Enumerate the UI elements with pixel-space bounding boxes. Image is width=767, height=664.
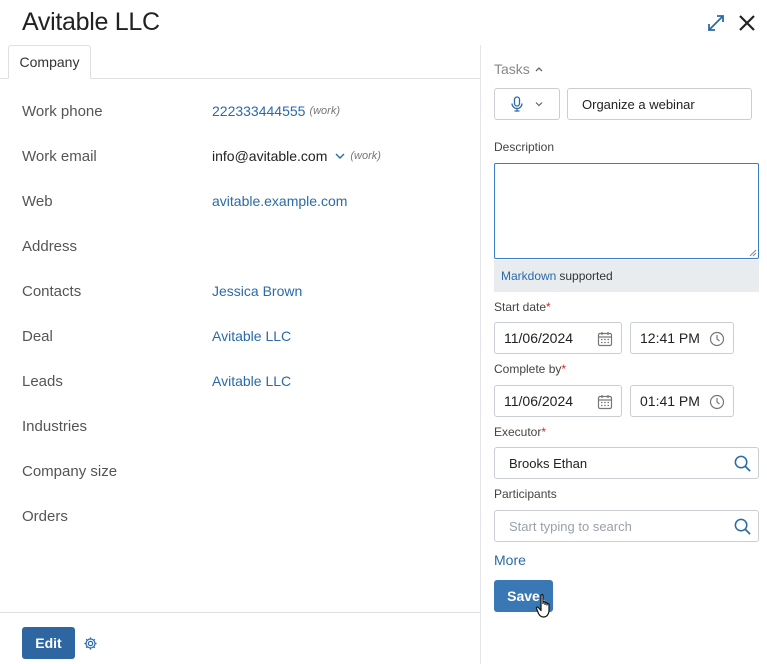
complete-time-value: 01:41 PM (640, 393, 700, 409)
search-icon[interactable] (733, 517, 752, 536)
voice-input-select[interactable] (494, 88, 560, 120)
complete-time-input[interactable]: 01:41 PM (630, 385, 734, 417)
search-icon[interactable] (733, 454, 752, 473)
complete-by-label: Complete by* (494, 362, 567, 376)
clock-icon[interactable] (709, 331, 725, 347)
field-contacts: Contacts Jessica Brown (22, 283, 462, 307)
field-value: info@avitable.com (work) (212, 148, 381, 164)
field-deal: Deal Avitable LLC (22, 328, 462, 352)
work-email-type: (work) (350, 150, 381, 162)
field-address: Address (22, 238, 462, 262)
lead-link[interactable]: Avitable LLC (212, 373, 291, 389)
deal-link[interactable]: Avitable LLC (212, 328, 291, 344)
field-work-phone: Work phone 222333444555 (work) (22, 103, 462, 127)
markdown-hint: Markdown supported (494, 260, 759, 292)
field-value: avitable.example.com (212, 193, 347, 209)
description-textarea[interactable] (494, 163, 759, 259)
start-time-value: 12:41 PM (640, 330, 700, 346)
markdown-link[interactable]: Markdown (501, 269, 556, 283)
start-date-input[interactable]: 11/06/2024 (494, 322, 622, 354)
hand-pointer-cursor-icon (535, 594, 550, 618)
field-label: Work email (22, 148, 97, 165)
field-label: Industries (22, 418, 88, 435)
field-industries: Industries (22, 418, 462, 442)
clock-icon[interactable] (709, 394, 725, 410)
start-date-label: Start date* (494, 300, 551, 314)
field-value: Jessica Brown (212, 283, 302, 299)
expand-icon[interactable] (706, 13, 726, 33)
executor-value: Brooks Ethan (509, 455, 588, 471)
tasks-header[interactable]: Tasks (494, 61, 544, 77)
work-phone-link[interactable]: 222333444555 (212, 103, 305, 119)
more-link[interactable]: More (494, 552, 526, 568)
panel-divider (480, 45, 481, 664)
field-label: Orders (22, 508, 68, 525)
field-value: Avitable LLC (212, 328, 291, 344)
field-web: Web avitable.example.com (22, 193, 462, 217)
calendar-icon[interactable] (597, 331, 613, 347)
executor-field[interactable]: Brooks Ethan (494, 447, 759, 479)
executor-label: Executor* (494, 425, 547, 439)
field-label: Address (22, 238, 78, 255)
markdown-suffix: supported (559, 269, 613, 283)
field-label: Company size (22, 463, 118, 480)
resize-handle-icon[interactable] (749, 249, 757, 257)
calendar-icon[interactable] (597, 394, 613, 410)
edit-button[interactable]: Edit (22, 627, 75, 659)
work-email-value[interactable]: info@avitable.com (212, 148, 327, 164)
chevron-down-icon[interactable] (334, 150, 346, 162)
participants-placeholder: Start typing to search (509, 518, 632, 534)
description-label: Description (494, 140, 555, 154)
field-work-email: Work email info@avitable.com (work) (22, 148, 462, 172)
tab-company[interactable]: Company (8, 45, 91, 79)
field-leads: Leads Avitable LLC (22, 373, 462, 397)
microphone-icon (511, 96, 523, 112)
field-label: Deal (22, 328, 53, 345)
chevron-down-icon (535, 102, 543, 107)
footer-divider (0, 612, 480, 613)
tasks-header-label: Tasks (494, 61, 530, 77)
field-label: Work phone (22, 103, 103, 120)
complete-date-input[interactable]: 11/06/2024 (494, 385, 622, 417)
field-label: Leads (22, 373, 63, 390)
participants-label: Participants (494, 487, 557, 501)
field-label: Contacts (22, 283, 82, 300)
contact-link[interactable]: Jessica Brown (212, 283, 302, 299)
field-value: Avitable LLC (212, 373, 291, 389)
field-label: Web (22, 193, 53, 210)
gear-icon[interactable] (83, 636, 98, 651)
start-time-input[interactable]: 12:41 PM (630, 322, 734, 354)
field-value: 222333444555 (work) (212, 103, 340, 119)
work-phone-type: (work) (309, 105, 340, 117)
field-orders: Orders (22, 508, 462, 532)
task-name-input[interactable]: Organize a webinar (567, 88, 752, 120)
close-icon[interactable] (736, 12, 758, 34)
participants-search-input[interactable]: Start typing to search (494, 510, 759, 542)
web-link[interactable]: avitable.example.com (212, 193, 347, 209)
complete-date-value: 11/06/2024 (504, 393, 574, 409)
chevron-up-icon (535, 67, 543, 72)
field-company-size: Company size (22, 463, 462, 487)
page-title: Avitable LLC (22, 8, 160, 36)
tab-bar: Company (0, 45, 480, 79)
start-date-value: 11/06/2024 (504, 330, 574, 346)
